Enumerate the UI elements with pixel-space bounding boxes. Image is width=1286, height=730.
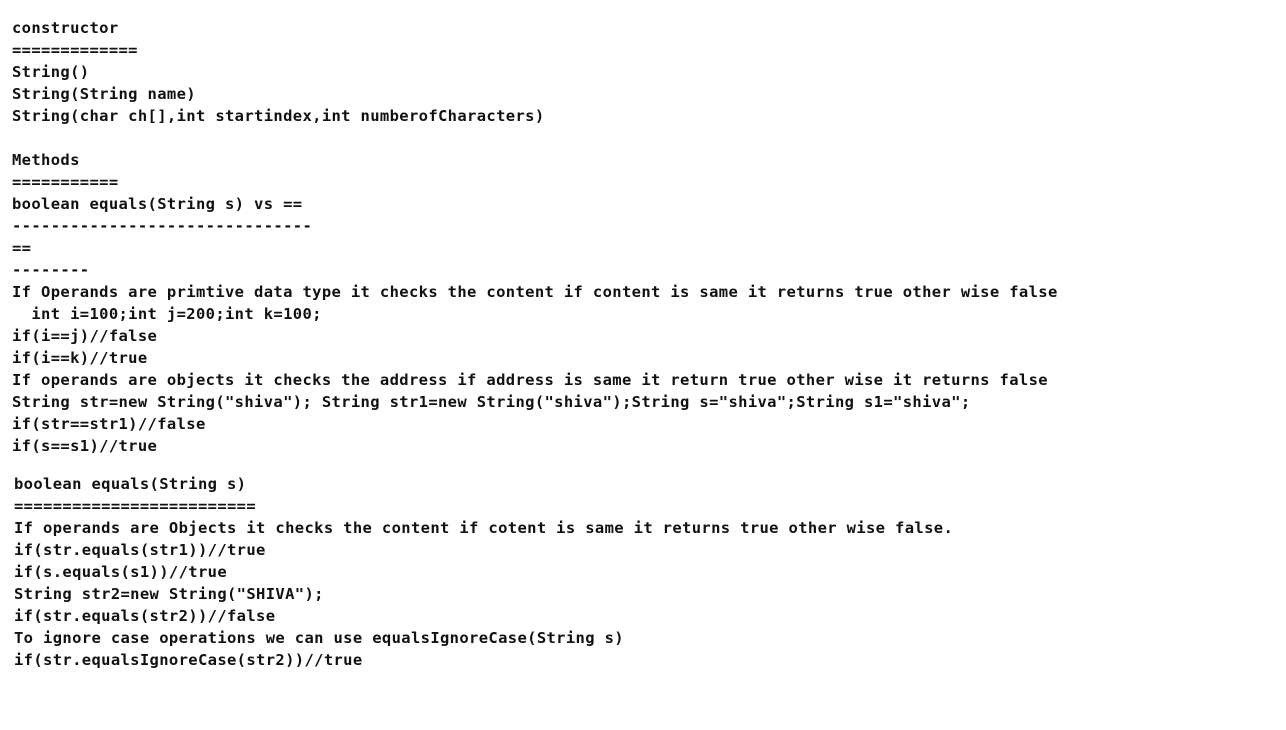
subheading-equals-vs-operator: boolean equals(String s) vs == bbox=[12, 195, 303, 213]
code-line: String(char ch[],int startindex,int numb… bbox=[12, 107, 545, 125]
text-line: If operands are objects it checks the ad… bbox=[12, 371, 1048, 389]
underline-rule: ========================= bbox=[14, 497, 257, 515]
subheading-equals: boolean equals(String s) bbox=[14, 475, 247, 493]
code-line: String(String name) bbox=[12, 85, 196, 103]
code-line: if(str.equals(str2))//false bbox=[14, 607, 276, 625]
code-line: if(str==str1)//false bbox=[12, 415, 206, 433]
code-line: if(i==j)//false bbox=[12, 327, 158, 345]
underline-rule: ============= bbox=[12, 41, 138, 59]
code-line: if(str.equalsIgnoreCase(str2))//true bbox=[14, 651, 363, 669]
dash-rule: ------------------------------- bbox=[12, 217, 313, 235]
underline-rule: =========== bbox=[12, 173, 119, 191]
code-line: String str=new String("shiva"); String s… bbox=[12, 393, 971, 411]
heading-constructor: constructor bbox=[12, 19, 119, 37]
text-line: If Operands are primtive data type it ch… bbox=[12, 283, 1058, 301]
text-line: If operands are Objects it checks the co… bbox=[14, 519, 954, 537]
code-line: if(str.equals(str1))//true bbox=[14, 541, 266, 559]
document-block-constructors-and-operators: constructor ============= String() Strin… bbox=[12, 17, 1058, 457]
code-line: if(i==k)//true bbox=[12, 349, 148, 367]
document-block-equals-method: boolean equals(String s) ===============… bbox=[14, 473, 953, 671]
code-line: String() bbox=[12, 63, 90, 81]
heading-methods: Methods bbox=[12, 151, 80, 169]
text-line: To ignore case operations we can use equ… bbox=[14, 629, 624, 647]
code-line: String str2=new String("SHIVA"); bbox=[14, 585, 324, 603]
code-line: int i=100;int j=200;int k=100; bbox=[12, 305, 322, 323]
code-line: if(s==s1)//true bbox=[12, 437, 158, 455]
subheading-double-equals: == bbox=[12, 239, 32, 257]
code-line: if(s.equals(s1))//true bbox=[14, 563, 227, 581]
dash-rule: -------- bbox=[12, 261, 90, 279]
